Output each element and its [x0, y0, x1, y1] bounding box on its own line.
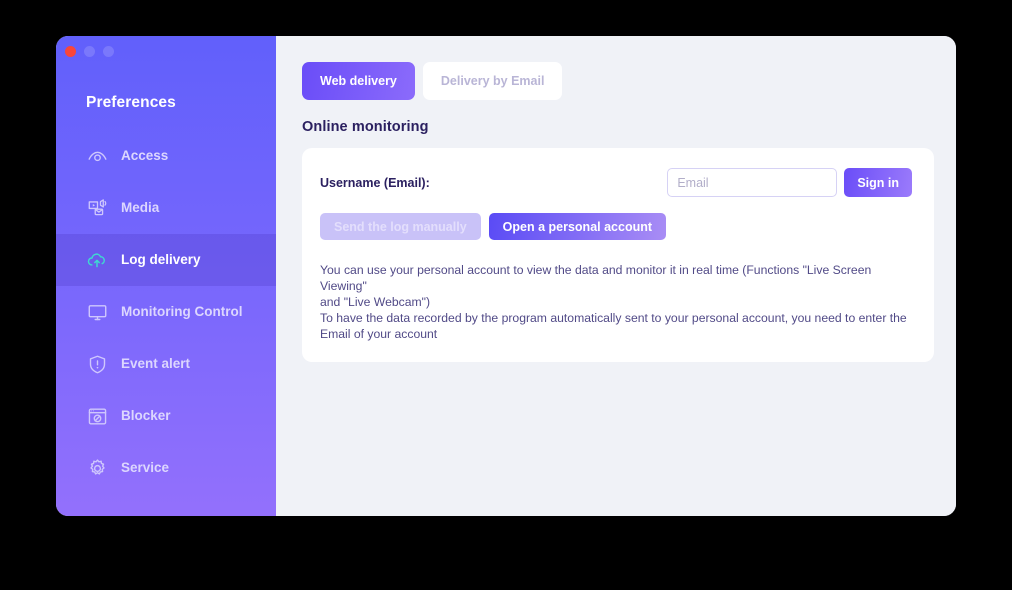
description-line: Email of your account — [320, 327, 438, 341]
shield-alert-icon — [86, 353, 108, 375]
sidebar-item-label: Log delivery — [121, 252, 201, 268]
sidebar-item-label: Monitoring Control — [121, 304, 243, 320]
open-personal-account-button[interactable]: Open a personal account — [488, 213, 667, 240]
sidebar-item-monitoring-control[interactable]: Monitoring Control — [56, 286, 276, 338]
window-traffic-lights — [65, 46, 114, 57]
description-line: To have the data recorded by the program… — [320, 311, 907, 325]
gear-icon — [86, 457, 108, 479]
action-buttons-row: Send the log manually Open a personal ac… — [320, 213, 912, 240]
username-label: Username (Email): — [320, 175, 430, 190]
sidebar-item-label: Event alert — [121, 356, 191, 372]
tab-web-delivery[interactable]: Web delivery — [302, 62, 415, 100]
sidebar-item-access[interactable]: Access — [56, 130, 276, 182]
close-window-button[interactable] — [65, 46, 76, 57]
maximize-window-button[interactable] — [103, 46, 114, 57]
sidebar-item-log-delivery[interactable]: Log delivery — [56, 234, 276, 286]
sidebar-item-label: Blocker — [121, 408, 171, 424]
sidebar-item-service[interactable]: Service — [56, 442, 276, 494]
sidebar-item-label: Service — [121, 460, 170, 476]
section-title: Online monitoring — [302, 119, 429, 135]
media-mail-icon — [86, 197, 108, 219]
eye-icon — [86, 145, 108, 167]
sidebar-item-event-alert[interactable]: Event alert — [56, 338, 276, 390]
sidebar-nav: Access Media Log delivery Monitoring Con… — [56, 130, 276, 494]
main-content: Web delivery Delivery by Email Online mo… — [276, 36, 956, 516]
email-input[interactable] — [667, 168, 838, 197]
sidebar-item-blocker[interactable]: Blocker — [56, 390, 276, 442]
sidebar-item-label: Media — [121, 200, 160, 216]
minimize-window-button[interactable] — [84, 46, 95, 57]
app-window: Preferences Access Media Log delivery Mo… — [56, 36, 956, 516]
credentials-controls: Sign in — [667, 168, 912, 197]
online-monitoring-card: Username (Email): Sign in Send the log m… — [302, 148, 934, 362]
sidebar: Preferences Access Media Log delivery Mo… — [56, 36, 276, 516]
sidebar-item-label: Access — [121, 148, 169, 164]
tab-delivery-by-email[interactable]: Delivery by Email — [422, 62, 563, 100]
sign-in-button[interactable]: Sign in — [844, 168, 912, 197]
cloud-upload-icon — [86, 249, 108, 271]
description-text: You can use your personal account to vie… — [320, 262, 912, 342]
sidebar-item-media[interactable]: Media — [56, 182, 276, 234]
description-line: You can use your personal account to vie… — [320, 263, 872, 293]
page-title: Preferences — [86, 94, 176, 111]
description-line: and "Live Webcam") — [320, 295, 431, 309]
browser-block-icon — [86, 405, 108, 427]
tab-bar: Web delivery Delivery by Email — [302, 62, 934, 100]
credentials-row: Username (Email): Sign in — [320, 168, 912, 197]
monitor-icon — [86, 301, 108, 323]
send-log-manually-button[interactable]: Send the log manually — [320, 213, 481, 240]
